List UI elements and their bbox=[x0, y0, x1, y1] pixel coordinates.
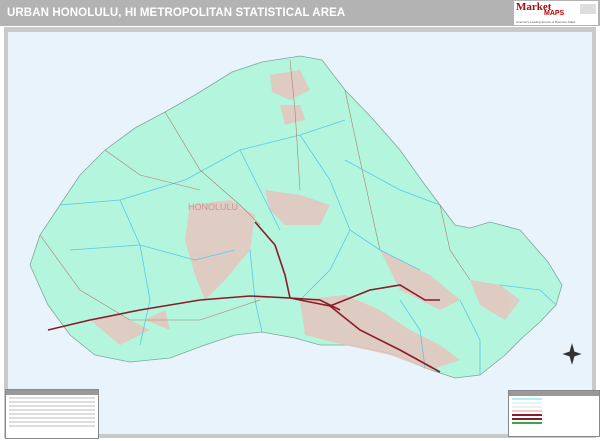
compass-rose-icon bbox=[562, 343, 582, 365]
zip-code-index-table bbox=[5, 389, 99, 439]
map-legend bbox=[508, 390, 600, 437]
map-canvas[interactable]: HONOLULU bbox=[0, 0, 600, 441]
place-label-honolulu: HONOLULU bbox=[188, 202, 238, 212]
